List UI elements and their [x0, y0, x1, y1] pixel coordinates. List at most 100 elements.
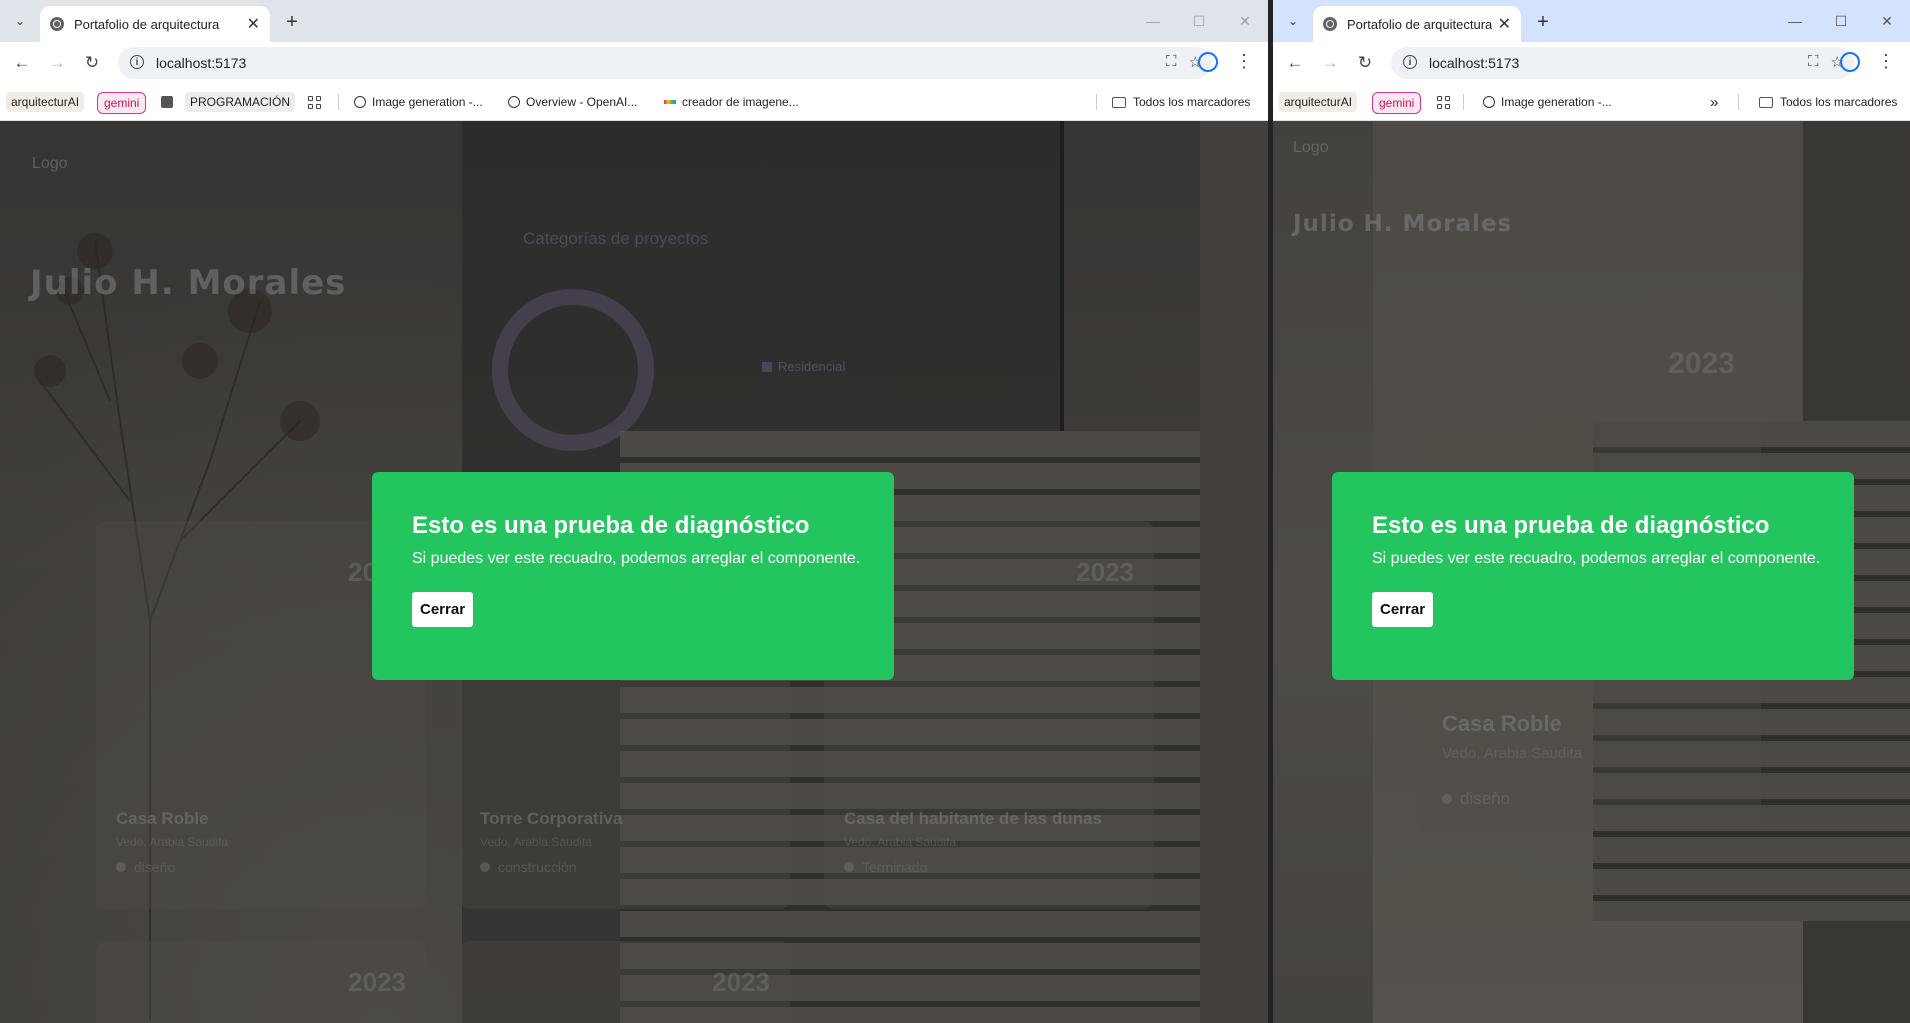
- rainbow-icon: [664, 100, 676, 104]
- status-label: diseño: [134, 859, 176, 875]
- tab-close-icon[interactable]: ✕: [247, 14, 260, 34]
- bookmark-item[interactable]: Overview - OpenAI...: [508, 92, 637, 112]
- modal-text: Si puedes ver este recuadro, podemos arr…: [1372, 550, 1821, 567]
- window-controls: — ☐ ✕: [1130, 6, 1268, 36]
- modal-text: Si puedes ver este recuadro, podemos arr…: [412, 550, 861, 567]
- project-card[interactable]: 2023: [460, 941, 790, 1023]
- bookmarks-bar: arquitecturAI gemini PROGRAMACIÓN Image …: [0, 84, 1268, 121]
- close-button[interactable]: Cerrar: [412, 592, 474, 627]
- apps-grid-icon[interactable]: [308, 92, 321, 112]
- bookmarks-overflow-button[interactable]: »: [1710, 92, 1718, 112]
- openai-icon: [1483, 96, 1495, 108]
- close-button[interactable]: Cerrar: [1372, 592, 1434, 627]
- translate-icon[interactable]: ⛶: [1808, 53, 1819, 71]
- menu-dots-icon[interactable]: ⋮: [1234, 51, 1254, 72]
- new-tab-button[interactable]: +: [1529, 8, 1557, 36]
- bookmark-item[interactable]: arquitecturAI: [1279, 92, 1358, 112]
- folder-icon: [1112, 96, 1126, 108]
- card-year: 2023: [712, 967, 770, 997]
- bookmark-label: Image generation -...: [372, 95, 483, 109]
- back-icon[interactable]: ←: [1283, 51, 1307, 75]
- forward-icon[interactable]: →: [45, 51, 69, 75]
- page-viewport: Logo Julio H. Morales Categorías de proy…: [0, 121, 1268, 1023]
- tab-search-chevron-icon[interactable]: ⌄: [8, 9, 32, 33]
- category-donut-chart: [492, 289, 654, 451]
- bookmark-label: Overview - OpenAI...: [526, 95, 638, 109]
- card-year: 2023: [1668, 347, 1735, 380]
- bookmark-label: creador de imagene...: [682, 95, 799, 109]
- card-status: diseño: [116, 859, 175, 875]
- project-card[interactable]: 2023: [96, 941, 426, 1023]
- status-label: diseño: [1460, 789, 1511, 808]
- bookmark-item[interactable]: Image generation -...: [354, 92, 483, 112]
- url-text: localhost:5173: [1429, 55, 1520, 71]
- bookmark-separator: [1738, 94, 1739, 110]
- site-info-icon[interactable]: i: [1403, 55, 1417, 69]
- logo-image-alt: Logo: [32, 155, 68, 172]
- status-dot: [844, 862, 854, 872]
- profile-icon[interactable]: [1198, 52, 1218, 72]
- tab-strip: ⌄ Portafolio de arquitectura ✕ + — ☐ ✕: [1273, 0, 1910, 42]
- maximize-icon[interactable]: ☐: [1818, 6, 1864, 36]
- owner-name: Julio H. Morales: [1293, 211, 1513, 237]
- new-tab-button[interactable]: +: [278, 8, 306, 36]
- address-bar[interactable]: i localhost:5173 ⛶ ☆: [1391, 47, 1854, 79]
- status-label: Terminado: [862, 859, 928, 875]
- status-label: construcción: [498, 859, 577, 875]
- back-icon[interactable]: ←: [10, 51, 34, 75]
- all-bookmarks-label: Todos los marcadores: [1780, 95, 1898, 109]
- browser-window-right: ⌄ Portafolio de arquitectura ✕ + — ☐ ✕ ←…: [1273, 0, 1910, 1023]
- tab-search-chevron-icon[interactable]: ⌄: [1281, 9, 1305, 33]
- apps-grid-icon[interactable]: [1437, 92, 1450, 112]
- bookmarks-bar: arquitecturAI gemini Image generation -.…: [1273, 84, 1910, 121]
- tab-strip: ⌄ Portafolio de arquitectura ✕ + — ☐ ✕: [0, 0, 1268, 42]
- menu-dots-icon[interactable]: ⋮: [1876, 51, 1896, 72]
- card-title: Torre Corporativa: [480, 809, 623, 828]
- forward-icon[interactable]: →: [1318, 51, 1342, 75]
- status-dot: [1442, 794, 1452, 804]
- card-location: Vedo, Arabia Saudita: [1442, 745, 1583, 762]
- bookmark-item[interactable]: gemini: [1372, 92, 1422, 114]
- browser-tab[interactable]: Portafolio de arquitectura ✕: [40, 6, 270, 42]
- modal-title: Esto es una prueba de diagnóstico: [1372, 512, 1770, 539]
- profile-icon[interactable]: [1840, 52, 1860, 72]
- reload-icon[interactable]: ↻: [1353, 51, 1377, 75]
- translate-icon[interactable]: ⛶: [1166, 53, 1177, 71]
- browser-window-left: ⌄ Portafolio de arquitectura ✕ + — ☐ ✕ ←…: [0, 0, 1268, 1023]
- bookmark-item[interactable]: arquitecturAI: [6, 92, 85, 112]
- bookmark-item[interactable]: gemini: [97, 92, 147, 114]
- card-year: 2023: [1076, 557, 1134, 587]
- legend-swatch: [762, 361, 772, 372]
- bookmark-separator: [1096, 94, 1097, 110]
- status-dot: [116, 862, 126, 872]
- openai-icon: [354, 96, 366, 108]
- reload-icon[interactable]: ↻: [80, 51, 104, 75]
- bookmark-item[interactable]: creador de imagene...: [664, 92, 799, 112]
- bookmark-item[interactable]: PROGRAMACIÓN: [185, 92, 296, 112]
- minimize-icon[interactable]: —: [1772, 6, 1818, 36]
- bookmark-label: Image generation -...: [1501, 95, 1612, 109]
- address-bar[interactable]: i localhost:5173 ⛶ ☆: [118, 47, 1212, 79]
- maximize-icon[interactable]: ☐: [1176, 6, 1222, 36]
- card-status: diseño: [1442, 789, 1510, 809]
- modal-title: Esto es una prueba de diagnóstico: [412, 512, 810, 539]
- bookmark-item[interactable]: Image generation -...: [1483, 92, 1612, 112]
- browser-toolbar: ← → ↻ i localhost:5173 ⛶ ☆ ⋮: [0, 42, 1268, 84]
- window-controls: — ☐ ✕: [1772, 6, 1910, 36]
- browser-tab[interactable]: Portafolio de arquitectura ✕: [1313, 6, 1521, 42]
- page-viewport: Logo Julio H. Morales 2023 Casa Roble Ve…: [1273, 121, 1910, 1023]
- site-info-icon[interactable]: i: [130, 55, 144, 69]
- close-window-icon[interactable]: ✕: [1222, 6, 1268, 36]
- diagnostic-modal: Esto es una prueba de diagnóstico Si pue…: [1332, 472, 1854, 680]
- minimize-icon[interactable]: —: [1130, 6, 1176, 36]
- status-dot: [480, 862, 490, 872]
- card-status: construcción: [480, 859, 577, 875]
- card-status: Terminado: [844, 859, 927, 875]
- tab-close-icon[interactable]: ✕: [1498, 14, 1511, 34]
- close-window-icon[interactable]: ✕: [1864, 6, 1910, 36]
- globe-icon: [1323, 17, 1337, 31]
- bookmark-folder-icon-square[interactable]: [161, 92, 179, 112]
- all-bookmarks-folder[interactable]: Todos los marcadores: [1112, 92, 1250, 112]
- chart-legend-item: Residencial: [762, 359, 845, 374]
- all-bookmarks-folder[interactable]: Todos los marcadores: [1759, 92, 1897, 112]
